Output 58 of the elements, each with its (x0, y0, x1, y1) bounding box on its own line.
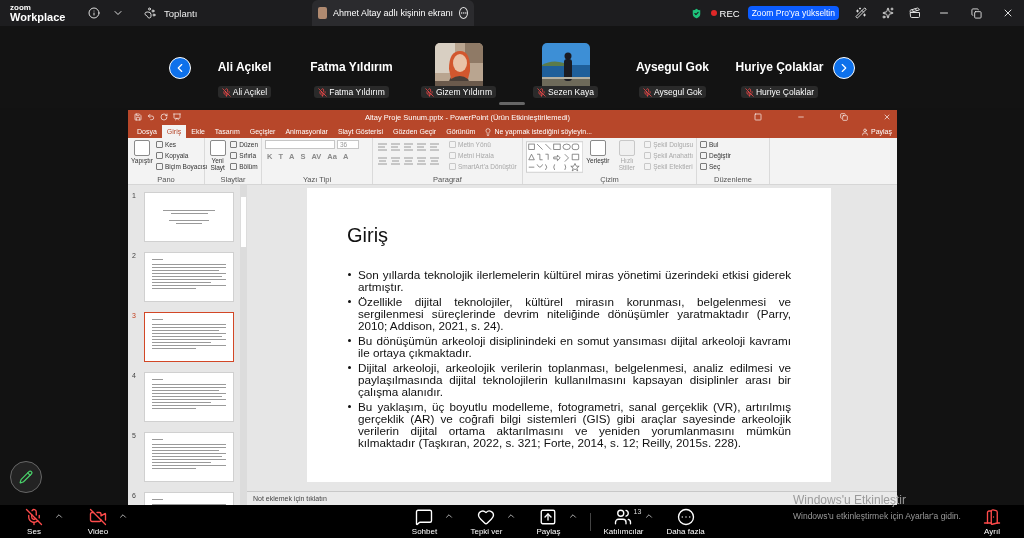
door-icon (983, 507, 1001, 526)
share-tab[interactable]: Ahmet Altay adlı kişinin ekranı (312, 0, 475, 26)
participant-name: Aysegul Gok (636, 60, 709, 74)
scrollbar[interactable] (240, 185, 247, 505)
previous-button[interactable] (169, 57, 191, 79)
pencil-icon (19, 470, 33, 484)
logo-text: Workplace (10, 11, 67, 23)
restore-icon[interactable] (840, 113, 848, 121)
video-button[interactable]: Video (78, 507, 118, 536)
reactions-button[interactable]: Tepki ver (466, 507, 507, 536)
share-button[interactable]: Paylaş (528, 507, 569, 536)
save-icon[interactable] (134, 113, 142, 121)
undo-icon[interactable] (147, 113, 155, 121)
page-indicator (499, 102, 525, 105)
slide-title: Giriş (347, 224, 390, 247)
slide-thumbnail[interactable] (144, 312, 234, 362)
people-icon (614, 507, 633, 526)
activation-message: Windows'u etkinleştirmek için Ayarlar'a gidin. (793, 511, 961, 521)
rec-label: REC (719, 7, 740, 19)
camera-off-icon (89, 507, 107, 526)
bullet-text: Özellikle dijital teknolojiler, kültürel mirasın korunması, belgelenmesi ve sergilenmesi süreçlerinde devrim niteliğinde dönüşümler yaratmaktadır (Parry, 2010; Addison, 2021, s. 24). (347, 296, 791, 332)
participant-label: Huriye Çolaklar (755, 87, 815, 97)
chat-button[interactable]: Sohbet (404, 507, 445, 536)
bullet-text: Son yıllarda teknolojik ilerlemelerin kültürel miras yönetimi üzerindeki etkisi giderek artmıştır. (347, 269, 791, 293)
participant-label: Aysegul Gok (653, 87, 702, 97)
bullet-text: Dijital arkeoloji, arkeolojik verilerin toplanması, belgelenmesi, analiz edilmesi ve paylaşılmasında dijital teknolojilerin kullanılmasını kapsayan disiplinler arası bir çalışma alanıdır. (347, 362, 791, 398)
present-icon[interactable] (173, 113, 181, 121)
redo-icon[interactable] (160, 113, 168, 121)
muted-mic-icon (25, 507, 43, 526)
audio-button[interactable]: Ses (14, 507, 54, 536)
meeting-label: Toplantı (164, 7, 198, 19)
leave-button[interactable]: Ayrıl (972, 507, 1012, 536)
more-button[interactable]: Daha fazla (665, 507, 706, 536)
heart-icon (477, 507, 496, 526)
avatar-icon (318, 7, 327, 19)
bullet-text: Bu yaklaşım, üç boyutlu modelleme, fotogrametri, sanal gerçeklik (VR), artırılmış gerçeklik (AR) ve coğrafi bilgi sistemleri (GIS) gibi araçlar sayesinde arkeolojik verilerin dijital ortama aktarılmasını ve yeniden yorumlanmasını mümkün kılmaktadır (Taşkıran, 2022, s. 321; Forte, 2014, s. 12; Reilly, 2015s. 228). (347, 401, 791, 449)
upgrade-button[interactable]: Zoom Pro'ya yükseltin (747, 6, 839, 20)
person-icon (861, 127, 869, 136)
more-icon (676, 507, 695, 526)
participant-label: Sezen Kaya (548, 87, 594, 97)
share-screen-icon (539, 507, 558, 526)
bullet-text: Bu dönüşümün arkeoloji disiplinindeki en somut yansıması dijital arkeoloji kavramı ile ortaya çıkmaktadır. (347, 335, 791, 359)
chat-icon (415, 507, 434, 526)
record-dot-icon (710, 10, 717, 16)
participant-name: Fatma Yıldırım (310, 60, 393, 74)
logo-text: zoom (10, 3, 32, 12)
ribbon-display-icon[interactable] (754, 113, 762, 121)
participant-label: Fatma Yıldırım (329, 87, 385, 97)
shapes-gallery-icon[interactable] (526, 140, 584, 174)
next-button[interactable] (833, 57, 855, 79)
participant-label: Ali Açıkel (232, 87, 268, 97)
close-icon[interactable] (883, 113, 891, 121)
font-name-field[interactable] (265, 140, 335, 149)
participant-name: Ali Açıkel (217, 60, 272, 74)
participant-label: Gizem Yıldırım (435, 87, 492, 97)
shield-icon[interactable] (689, 6, 703, 20)
lightbulb-icon (484, 127, 493, 136)
participant-name: Huriye Çolaklar (735, 60, 824, 74)
